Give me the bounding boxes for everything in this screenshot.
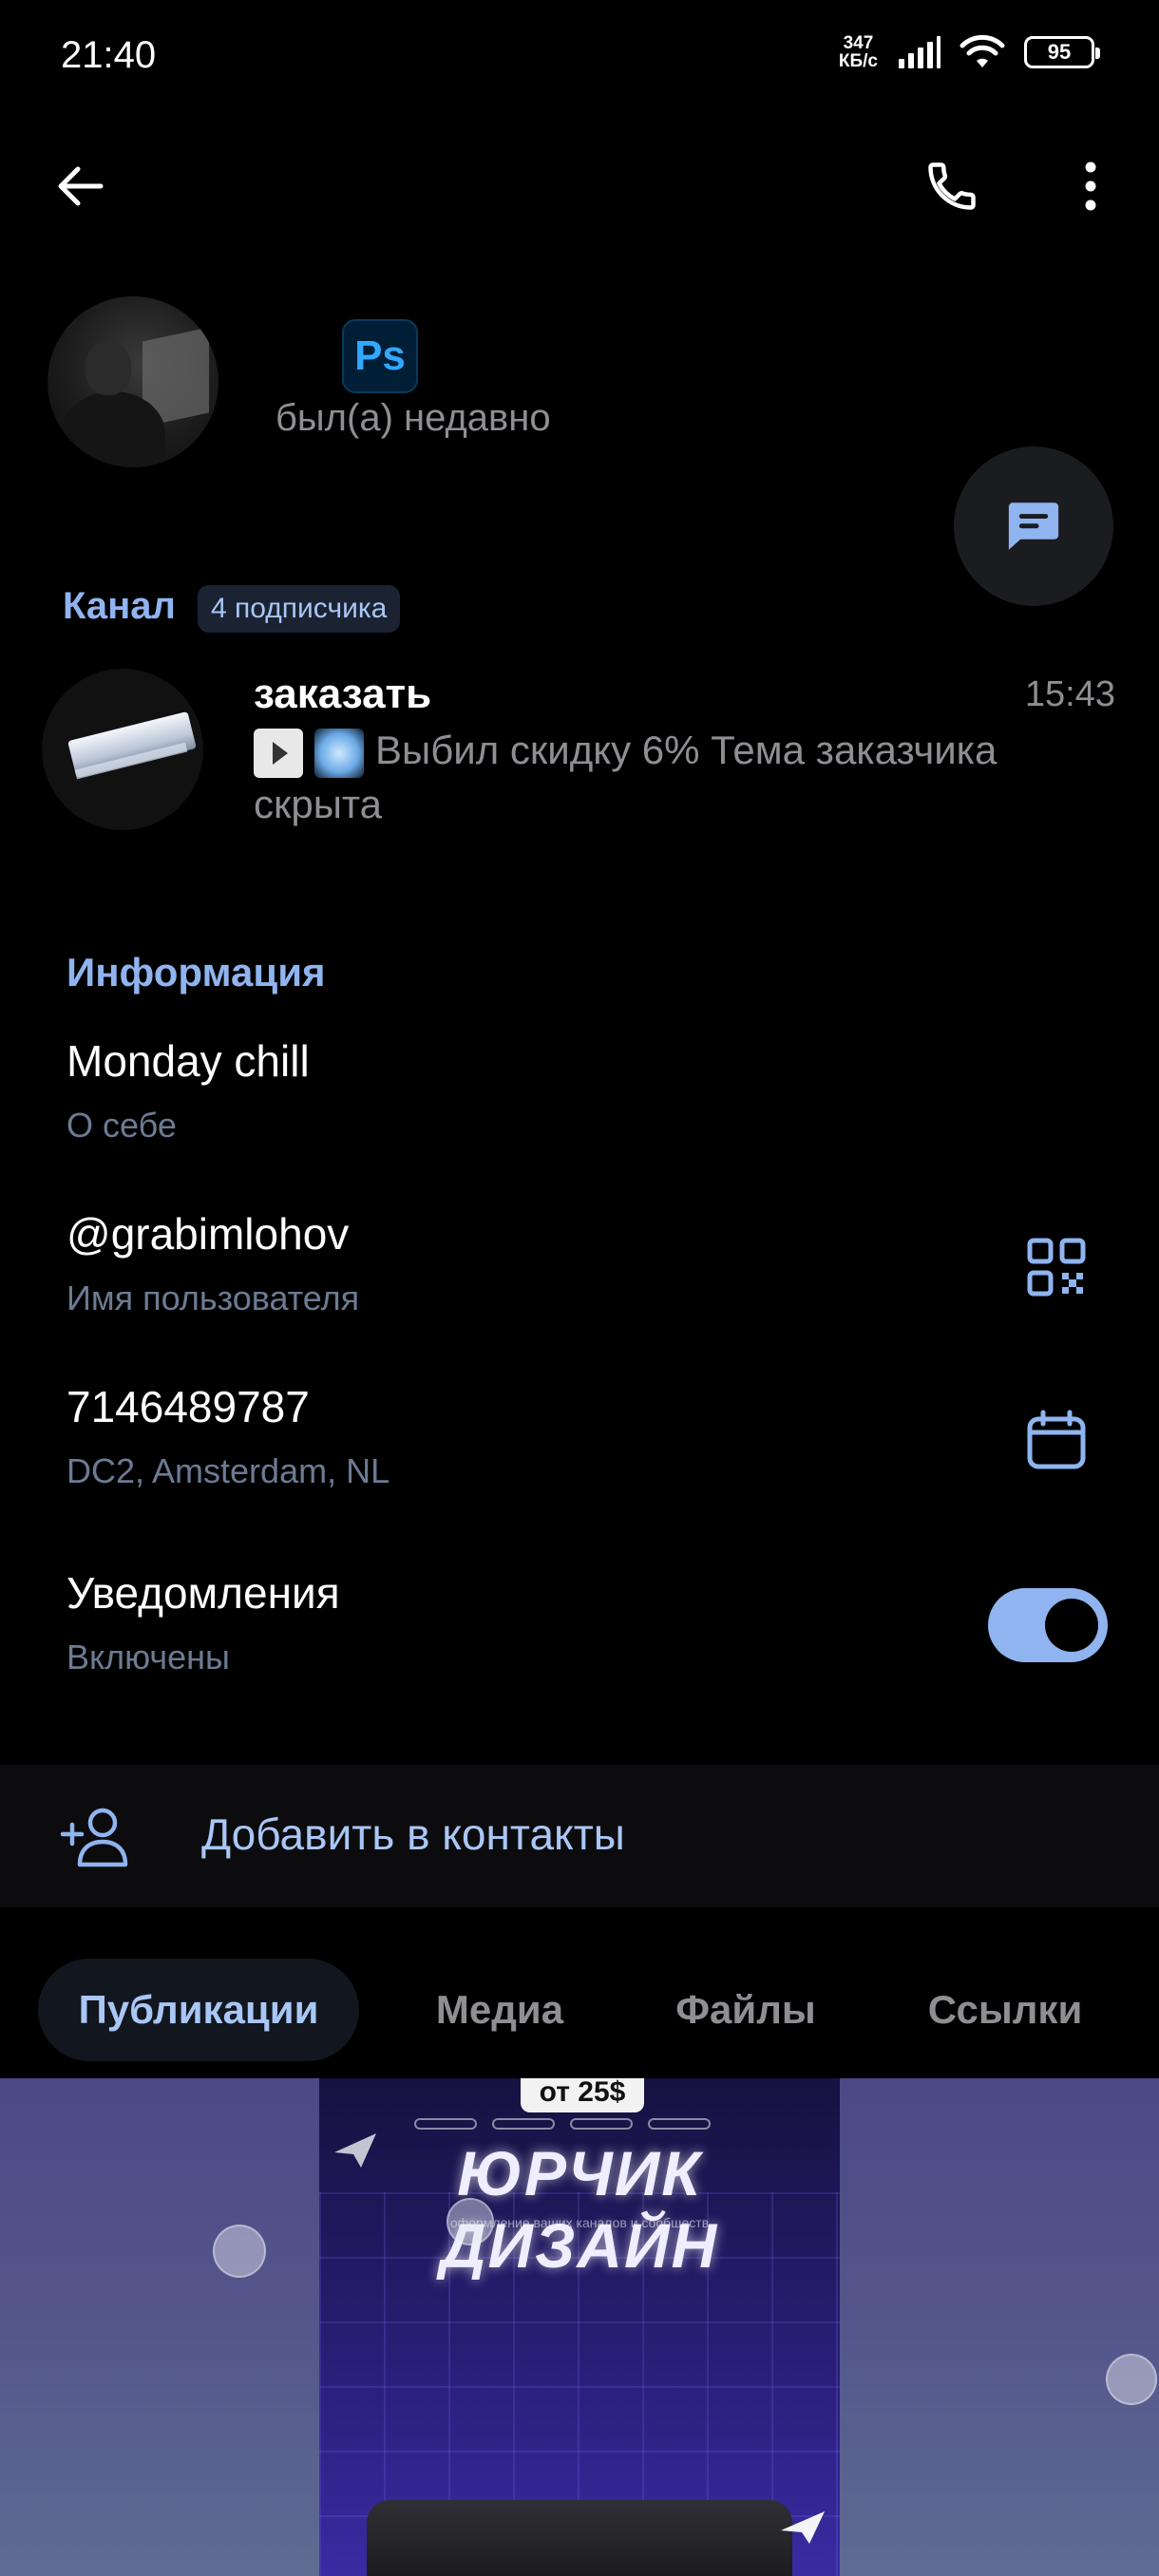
subscribers-badge: 4 подписчика (198, 585, 401, 633)
more-vertical-icon (1085, 161, 1096, 211)
network-speed-value: 347 (843, 33, 874, 53)
bio-value: Monday chill (66, 1036, 310, 1086)
status-bar: 21:40 347 КБ/с 95 (0, 0, 1159, 114)
notifications-label: Включены (66, 1638, 230, 1676)
profile-tabs: Публикации Медиа Файлы Ссылки (0, 1947, 1159, 2076)
channel-last-message-time: 15:43 (1024, 674, 1115, 714)
channel-section-title: Канал (63, 585, 176, 627)
post-media[interactable]: от 25$ ЮРЧИК ДИЗАЙН оформление ваших кан… (0, 2078, 1159, 2576)
poster-pill (492, 2118, 555, 2130)
preview-text: Выбил скидку 6% Тема заказчика скрыта (254, 728, 998, 826)
tab-media[interactable]: Медиа (399, 1959, 600, 2061)
poster-pill (570, 2118, 633, 2130)
profile-avatar[interactable] (48, 296, 218, 467)
username-item[interactable]: @grabimlohov Имя пользователя (66, 1208, 359, 1318)
image-thumbnail-icon (314, 728, 364, 778)
poster-price: от 25$ (521, 2078, 644, 2112)
phone-label: DC2, Amsterdam, NL (66, 1451, 390, 1490)
avatar-figure-head (86, 342, 131, 395)
floating-circle (446, 2198, 494, 2245)
channel-item[interactable]: заказать 15:43 Выбил скидку 6% Тема зака… (0, 655, 1159, 845)
channel-name: заказать (254, 671, 432, 717)
qr-code-icon (1027, 1238, 1086, 1297)
phone-icon (928, 162, 976, 210)
floating-circle (1106, 2354, 1157, 2405)
phone-item[interactable]: 7146489787 DC2, Amsterdam, NL (66, 1381, 390, 1491)
calendar-icon (1027, 1410, 1086, 1469)
poster-pill (648, 2118, 711, 2130)
photoshop-badge-icon: Ps (342, 319, 418, 393)
info-section-title: Информация (66, 950, 326, 994)
avatar-figure-body (61, 391, 165, 467)
poster-brand: ЮРЧИК ДИЗАЙН (440, 2138, 719, 2281)
add-to-contacts-label: Добавить в контакты (201, 1809, 625, 1859)
tab-files[interactable]: Файлы (642, 1959, 849, 2061)
poster-card (367, 2500, 792, 2576)
battery-icon: 95 (1024, 36, 1100, 68)
message-button[interactable] (954, 446, 1113, 606)
bio-item[interactable]: Monday chill О себе (66, 1035, 310, 1146)
add-user-icon (60, 1808, 128, 1867)
phone-value: 7146489787 (66, 1382, 310, 1431)
signal-icon (899, 36, 940, 68)
arrow-left-icon (58, 166, 104, 206)
back-button[interactable] (42, 148, 118, 224)
bio-label: О себе (66, 1106, 177, 1145)
poster-pills (414, 2118, 711, 2130)
status-icons: 347 КБ/с 95 (839, 34, 1100, 70)
tab-publications[interactable]: Публикации (38, 1959, 359, 2061)
more-button[interactable] (1053, 148, 1129, 224)
post-poster-image: от 25$ ЮРЧИК ДИЗАЙН оформление ваших кан… (319, 2078, 840, 2576)
paper-plane-icon (781, 2511, 825, 2544)
calendar-button[interactable] (1018, 1402, 1094, 1478)
notifications-value: Уведомления (66, 1568, 340, 1618)
notifications-item[interactable]: Уведомления Включены (66, 1567, 340, 1677)
add-user-icon-wrap (57, 1799, 133, 1875)
last-seen-status: был(а) недавно (276, 397, 551, 439)
status-time: 21:40 (61, 34, 157, 76)
paper-plane-icon (334, 2133, 376, 2168)
channel-last-message-preview: Выбил скидку 6% Тема заказчика скрыта (254, 724, 1109, 831)
call-button[interactable] (914, 148, 990, 224)
username-value: @grabimlohov (66, 1209, 350, 1259)
tab-links[interactable]: Ссылки (893, 1959, 1117, 2061)
poster-pill (414, 2118, 477, 2130)
chat-bubble-icon (1008, 502, 1059, 550)
add-to-contacts-button[interactable]: Добавить в контакты (0, 1765, 1159, 1907)
poster-tagline: оформление ваших каналов и сообществ (449, 2215, 710, 2230)
wifi-icon (960, 35, 1005, 67)
channel-avatar (42, 669, 203, 830)
toggle-knob (1045, 1599, 1098, 1652)
video-thumbnail-icon (254, 728, 303, 778)
notifications-toggle[interactable] (988, 1588, 1108, 1662)
network-speed: 347 КБ/с (839, 34, 878, 70)
network-speed-unit: КБ/с (838, 51, 878, 71)
floating-circle (213, 2225, 266, 2278)
qr-code-button[interactable] (1018, 1229, 1094, 1305)
username-label: Имя пользователя (66, 1279, 360, 1317)
